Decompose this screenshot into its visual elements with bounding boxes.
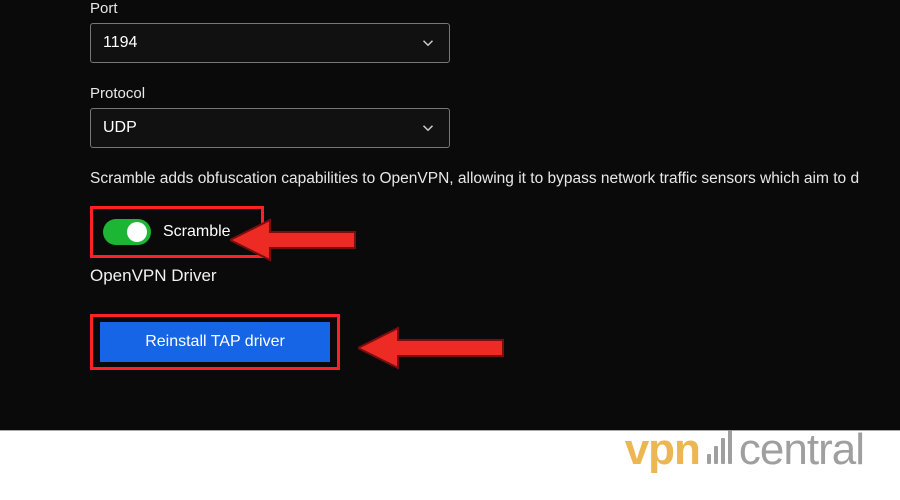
signal-bars-icon xyxy=(707,430,732,464)
toggle-knob xyxy=(127,222,147,242)
vpncentral-watermark: vpn central xyxy=(625,428,864,472)
protocol-label: Protocol xyxy=(90,85,900,102)
port-label: Port xyxy=(90,0,900,17)
settings-panel: Port 1194 Protocol UDP Scramble adds obf… xyxy=(0,0,900,430)
watermark-central: central xyxy=(739,428,864,472)
port-value: 1194 xyxy=(103,34,137,52)
protocol-value: UDP xyxy=(103,119,137,137)
arrow-annotation-icon xyxy=(230,212,360,268)
port-select[interactable]: 1194 xyxy=(90,23,450,63)
chevron-down-icon xyxy=(419,119,437,137)
scramble-label: Scramble xyxy=(163,223,231,241)
arrow-annotation-icon xyxy=(358,320,508,376)
reinstall-highlight-box: Reinstall TAP driver xyxy=(90,314,340,370)
protocol-select[interactable]: UDP xyxy=(90,108,450,148)
chevron-down-icon xyxy=(419,34,437,52)
scramble-toggle[interactable] xyxy=(103,219,151,245)
openvpn-driver-label: OpenVPN Driver xyxy=(90,266,900,286)
watermark-vpn: vpn xyxy=(625,428,700,472)
reinstall-tap-driver-button[interactable]: Reinstall TAP driver xyxy=(100,322,330,362)
scramble-description: Scramble adds obfuscation capabilities t… xyxy=(90,170,900,188)
